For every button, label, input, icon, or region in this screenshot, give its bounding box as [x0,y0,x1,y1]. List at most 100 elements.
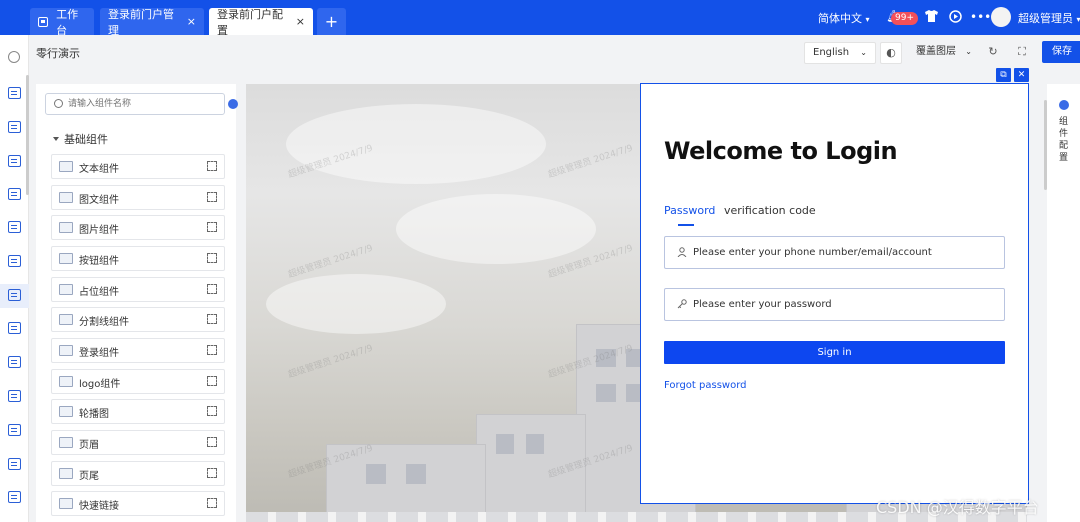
drag-handle-icon[interactable] [207,284,217,294]
close-icon[interactable]: × [187,15,196,28]
watermark: 超级管理员 2024/7/9 [287,343,375,381]
component-item[interactable]: 文本组件 [51,154,225,179]
sign-in-button[interactable]: Sign in [664,341,1005,364]
refresh-icon[interactable]: ↻ [982,42,1004,64]
drag-handle-icon[interactable] [207,345,217,355]
more-icon[interactable]: ••• [970,10,991,24]
login-title: Welcome to Login [664,137,898,165]
chevron-down-icon: ▾ [1076,15,1080,24]
component-label: 登录组件 [79,348,119,359]
top-bar: 工作台 登录前门户管理 × 登录前门户配置 × + 简体中文 ▾ 🔔︎ 99+ … [0,0,1080,37]
chevron-down-icon: ▾ [865,15,870,24]
drag-handle-icon[interactable] [207,468,217,478]
window [596,384,616,402]
component-item[interactable]: 页尾 [51,461,225,486]
account-field[interactable]: Please enter your phone number/email/acc… [664,236,1005,269]
component-search[interactable] [45,93,225,115]
drag-handle-icon[interactable] [207,437,217,447]
org-chart-icon[interactable] [8,458,21,470]
text-icon [59,161,73,172]
component-item[interactable]: 轮播图 [51,399,225,424]
close-icon[interactable]: ✕ [1014,68,1029,82]
watermark: 超级管理员 2024/7/9 [547,143,635,181]
drag-handle-icon[interactable] [207,376,217,386]
shirt-icon[interactable] [924,10,938,24]
component-label: 轮播图 [79,409,109,420]
button-icon [59,253,73,264]
component-item[interactable]: 按钮组件 [51,246,225,271]
component-group-title[interactable]: 基础组件 [53,131,108,147]
language-select[interactable]: 简体中文 ▾ [818,10,870,26]
portal-icon[interactable] [8,255,21,267]
caret-down-icon [53,137,59,141]
avatar[interactable] [991,7,1011,27]
fullscreen-icon[interactable]: ⛶ [1011,42,1033,64]
component-item[interactable]: 页眉 [51,430,225,455]
link-icon [59,498,73,509]
portal-icon[interactable] [8,356,21,368]
component-item[interactable]: 图文组件 [51,185,225,210]
component-item[interactable]: 快速链接 [51,491,225,516]
right-config-rail: 组件配置 [1047,84,1080,522]
portal-icon[interactable] [8,221,21,233]
portal-icon[interactable] [8,289,21,301]
component-label: 按钮组件 [79,256,119,267]
portal-icon[interactable] [8,155,21,167]
password-placeholder: Please enter your password [693,299,832,310]
play-icon[interactable] [948,10,962,24]
tab-verification-code[interactable]: verification code [724,204,816,217]
drag-handle-icon[interactable] [207,498,217,508]
drag-handle-icon[interactable] [207,222,217,232]
close-icon[interactable]: × [296,15,305,28]
account-placeholder: Please enter your phone number/email/acc… [693,247,932,258]
copy-component-icon[interactable]: ⧉ [996,68,1011,82]
drag-handle-icon[interactable] [207,192,217,202]
language-select-value: English [813,47,850,58]
component-item[interactable]: 占位组件 [51,277,225,302]
portal-icon[interactable] [8,121,21,133]
window [526,434,544,454]
drag-handle-icon[interactable] [207,406,217,416]
component-label: 页尾 [79,471,99,482]
portal-icon[interactable] [8,188,21,200]
screen-icon[interactable] [8,424,21,436]
tab-portal-management[interactable]: 登录前门户管理 × [100,7,204,37]
login-icon [59,345,73,356]
table-icon[interactable] [8,322,21,334]
portal-icon[interactable] [8,491,21,503]
component-item[interactable]: 登录组件 [51,338,225,363]
active-tab-indicator [678,224,694,226]
portal-icon[interactable] [8,87,21,99]
username[interactable]: 超级管理员 ▾ [1018,10,1080,26]
tab-workbench[interactable]: 工作台 [30,8,94,37]
collapse-config-icon[interactable] [1059,100,1069,110]
component-item[interactable]: 分割线组件 [51,307,225,332]
login-component[interactable]: Welcome to Login Password verification c… [640,83,1029,504]
cloud [266,274,446,334]
forgot-password-link[interactable]: Forgot password [664,380,747,391]
component-item[interactable]: logo组件 [51,369,225,394]
palette-icon[interactable]: ◐ [880,42,902,64]
component-item[interactable]: 图片组件 [51,215,225,240]
component-config-tab[interactable]: 组件配置 [1059,116,1069,164]
drag-handle-icon[interactable] [207,161,217,171]
tab-label: 登录前门户配置 [217,7,283,37]
language-label: 简体中文 [818,12,862,25]
rail-scrollbar[interactable] [26,75,29,195]
drag-handle-icon[interactable] [207,314,217,324]
tab-label: 登录前门户管理 [108,7,174,37]
save-button[interactable]: 保存 [1042,41,1080,63]
tab-portal-config[interactable]: 登录前门户配置 × [209,7,313,37]
tab-password[interactable]: Password [664,204,715,217]
component-label: 图片组件 [79,225,119,236]
portal-icon[interactable] [8,390,21,402]
collapse-panel-icon[interactable] [228,99,238,109]
drag-handle-icon[interactable] [207,253,217,263]
add-tab-button[interactable]: + [317,8,346,35]
component-search-input[interactable] [68,96,218,112]
language-select[interactable]: English ⌄ [804,42,876,64]
search-icon[interactable] [8,51,20,63]
layer-select[interactable]: 覆盖图层 ⌄ [908,42,976,64]
password-field[interactable]: Please enter your password [664,288,1005,321]
window [496,434,514,454]
